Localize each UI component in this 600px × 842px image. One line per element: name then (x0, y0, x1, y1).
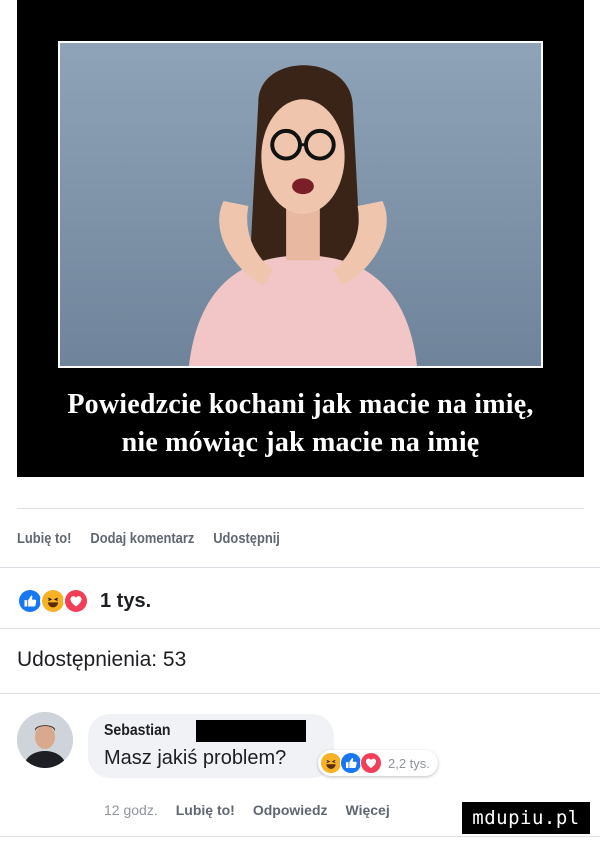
like-button[interactable]: Lubię to! (17, 530, 71, 547)
divider (0, 836, 600, 837)
redaction-bar (196, 720, 306, 742)
comment-text: Masz jakiś problem? (104, 747, 287, 769)
comment-more-button[interactable]: Więcej (346, 802, 390, 818)
comment-reaction-count: 2,2 tys. (388, 755, 430, 771)
user-photo-icon (17, 712, 73, 768)
post-actions: Lubię to! Dodaj komentarz Udostępnij (17, 530, 280, 547)
comment-like-button[interactable]: Lubię to! (176, 802, 235, 818)
love-icon (360, 752, 382, 774)
comment-time[interactable]: 12 godz. (104, 802, 158, 818)
comment-author[interactable]: Sebastian (104, 722, 171, 740)
reactions-summary[interactable]: 1 tys. (17, 588, 151, 614)
reaction-count: 1 tys. (100, 589, 152, 612)
divider (0, 693, 600, 694)
comment-button[interactable]: Dodaj komentarz (90, 530, 194, 547)
watermark-logo: mdupiu.pl (462, 802, 590, 834)
shares-count[interactable]: Udostępnienia: 53 (17, 648, 186, 672)
poster-caption-line2: nie mówiąc jak macie na imię (121, 427, 480, 458)
woman-photo (60, 43, 541, 366)
share-button[interactable]: Udostępnij (213, 530, 280, 547)
poster-caption-line1: Powiedzcie kochani jak macie na imię, (67, 389, 534, 420)
comment-reply-button[interactable]: Odpowiedz (253, 802, 328, 818)
divider (0, 567, 600, 568)
love-icon (63, 588, 89, 614)
photo-frame (58, 41, 543, 368)
like-icon (340, 752, 362, 774)
avatar[interactable] (17, 712, 73, 768)
comment-reactions[interactable]: 2,2 tys. (318, 750, 438, 776)
divider (0, 628, 600, 629)
divider (17, 508, 584, 509)
demotivator-poster[interactable]: Powiedzcie kochani jak macie na imię, ni… (17, 0, 584, 477)
comment-meta: 12 godz. Lubię to! Odpowiedz Więcej (104, 802, 390, 818)
haha-icon (320, 752, 342, 774)
